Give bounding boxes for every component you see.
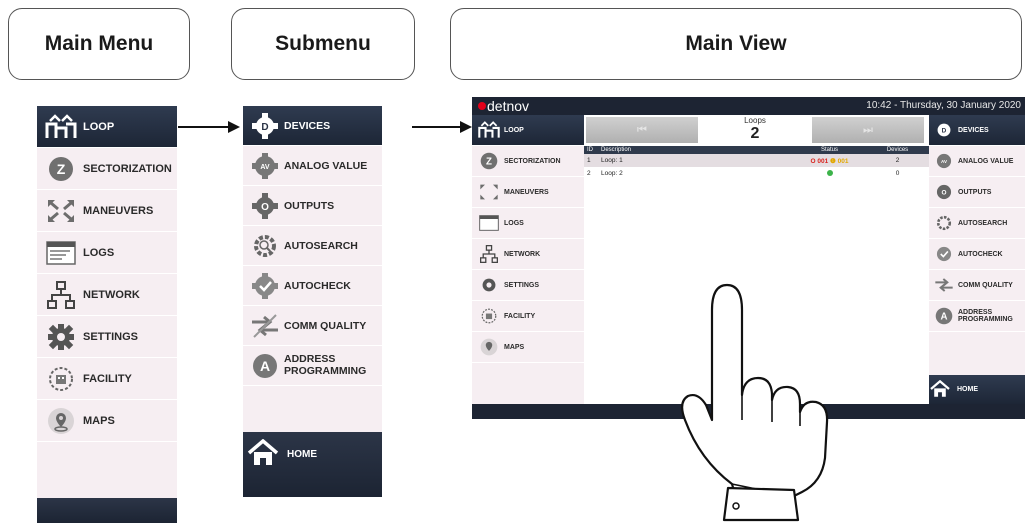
fault-status: O 001 xyxy=(810,157,829,165)
cell-status xyxy=(793,167,863,180)
address-programming-icon: A xyxy=(930,307,958,325)
view-menu-item-settings[interactable]: SETTINGS xyxy=(472,270,584,301)
view-menu-item-maneuvers[interactable]: MANEUVERS xyxy=(472,177,584,208)
autosearch-icon xyxy=(930,214,958,232)
warning-status: ❶ 001 xyxy=(830,157,849,165)
view-menu-item-loop[interactable]: LOOP xyxy=(472,115,584,146)
view-menu-item-label: NETWORK xyxy=(504,250,541,258)
maneuvers-icon xyxy=(474,183,504,201)
view-menu-item-label: LOGS xyxy=(504,219,524,227)
arrow-main-to-sub xyxy=(178,121,240,133)
view-menu-item-facility[interactable]: FACILITY xyxy=(472,301,584,332)
view-menu-item-maps[interactable]: MAPS xyxy=(472,332,584,363)
view-menu-item-label: SETTINGS xyxy=(504,281,540,289)
svg-text:O: O xyxy=(942,190,947,197)
view-submenu-item-label: DEVICES xyxy=(958,126,989,134)
view-menu-item-logs[interactable]: LOGS xyxy=(472,208,584,239)
main-view-right-menu: D DEVICES AV ANALOG VALUE O OUTPUTS AUTO… xyxy=(929,115,1025,404)
comm-quality-icon xyxy=(930,276,958,294)
view-home-label: HOME xyxy=(957,386,978,393)
main-view-left-menu: LOOP Z SECTORIZATION MANEUVERS LOGS NETW… xyxy=(472,115,584,404)
loops-header: ⏮ Loops 2 ⏭ xyxy=(584,115,929,146)
cell-devices: 2 xyxy=(863,154,929,167)
col-header-status: Status xyxy=(793,146,863,154)
svg-text:Z: Z xyxy=(486,156,492,167)
view-submenu-item-label: AUTOCHECK xyxy=(958,250,1003,258)
col-header-description: Description xyxy=(598,146,793,154)
brand-dot xyxy=(478,102,486,110)
sectorization-icon: Z xyxy=(474,152,504,170)
view-submenu-item-address-programming[interactable]: A ADDRESS PROGRAMMING xyxy=(929,301,1025,332)
view-menu-item-label: MANEUVERS xyxy=(504,188,549,196)
col-header-devices: Devices xyxy=(863,146,929,154)
view-submenu-item-label: ADDRESS PROGRAMMING xyxy=(958,308,1013,323)
view-menu-item-label: LOOP xyxy=(504,126,524,134)
loops-title: Loops xyxy=(744,116,766,125)
view-submenu-item-autosearch[interactable]: AUTOSEARCH xyxy=(929,208,1025,239)
prev-loop-button[interactable]: ⏮ xyxy=(586,117,698,143)
warning-count: 001 xyxy=(837,157,849,165)
fault-count: 001 xyxy=(817,157,829,165)
next-loop-button[interactable]: ⏭ xyxy=(812,117,924,143)
brand-text: detnov xyxy=(487,98,530,114)
autocheck-icon xyxy=(930,245,958,263)
table-row[interactable]: 2 Loop: 2 0 xyxy=(584,167,929,180)
loops-count: 2 xyxy=(750,125,760,142)
view-submenu-item-outputs[interactable]: O OUTPUTS xyxy=(929,177,1025,208)
facility-icon xyxy=(474,308,504,324)
top-bar: detnov 10:42 - Thursday, 30 January 2020 xyxy=(472,97,1025,115)
loop-icon xyxy=(474,121,504,139)
view-menu-item-sectorization[interactable]: Z SECTORIZATION xyxy=(472,146,584,177)
cell-status: O 001 ❶ 001 xyxy=(793,154,863,167)
view-submenu-item-label: AUTOSEARCH xyxy=(958,219,1008,227)
view-menu-item-network[interactable]: NETWORK xyxy=(472,239,584,270)
home-icon xyxy=(929,379,957,400)
arrow-sub-to-view xyxy=(412,121,472,133)
view-menu-item-label: MAPS xyxy=(504,343,525,351)
devices-icon: D xyxy=(930,121,958,139)
gear-icon xyxy=(474,276,504,294)
clock: 10:42 - Thursday, 30 January 2020 xyxy=(866,100,1021,111)
network-icon xyxy=(474,245,504,263)
view-submenu-item-analog-value[interactable]: AV ANALOG VALUE xyxy=(929,146,1025,177)
analog-value-icon: AV xyxy=(930,152,958,170)
view-home-button[interactable]: HOME xyxy=(929,375,1025,404)
view-submenu-item-comm-quality[interactable]: COMM QUALITY xyxy=(929,270,1025,301)
cell-id: 1 xyxy=(584,154,598,167)
svg-text:AV: AV xyxy=(941,159,947,164)
map-pin-icon xyxy=(474,338,504,356)
view-submenu-item-autocheck[interactable]: AUTOCHECK xyxy=(929,239,1025,270)
view-submenu-item-label: OUTPUTS xyxy=(958,188,992,196)
svg-text:D: D xyxy=(942,128,947,135)
view-menu-item-label: FACILITY xyxy=(504,312,536,320)
table-row[interactable]: 1 Loop: 1 O 001 ❶ 001 2 xyxy=(584,154,929,167)
svg-text:A: A xyxy=(941,311,948,322)
view-submenu-item-label: ANALOG VALUE xyxy=(958,157,1014,165)
cell-description: Loop: 1 xyxy=(598,154,793,167)
loops-table: ID Description Status Devices 1 Loop: 1 … xyxy=(584,146,929,180)
status-ok-indicator xyxy=(826,169,833,176)
cell-devices: 0 xyxy=(895,170,900,177)
brand-logo: detnov xyxy=(478,98,529,114)
cell-description: Loop: 2 xyxy=(601,170,623,177)
logs-icon xyxy=(474,215,504,231)
view-submenu-item-label: COMM QUALITY xyxy=(958,281,1013,289)
outputs-icon: O xyxy=(930,183,958,201)
view-submenu-item-devices[interactable]: D DEVICES xyxy=(929,115,1025,146)
col-header-id: ID xyxy=(584,146,598,154)
view-menu-item-label: SECTORIZATION xyxy=(504,157,561,165)
cell-id: 2 xyxy=(587,170,591,177)
